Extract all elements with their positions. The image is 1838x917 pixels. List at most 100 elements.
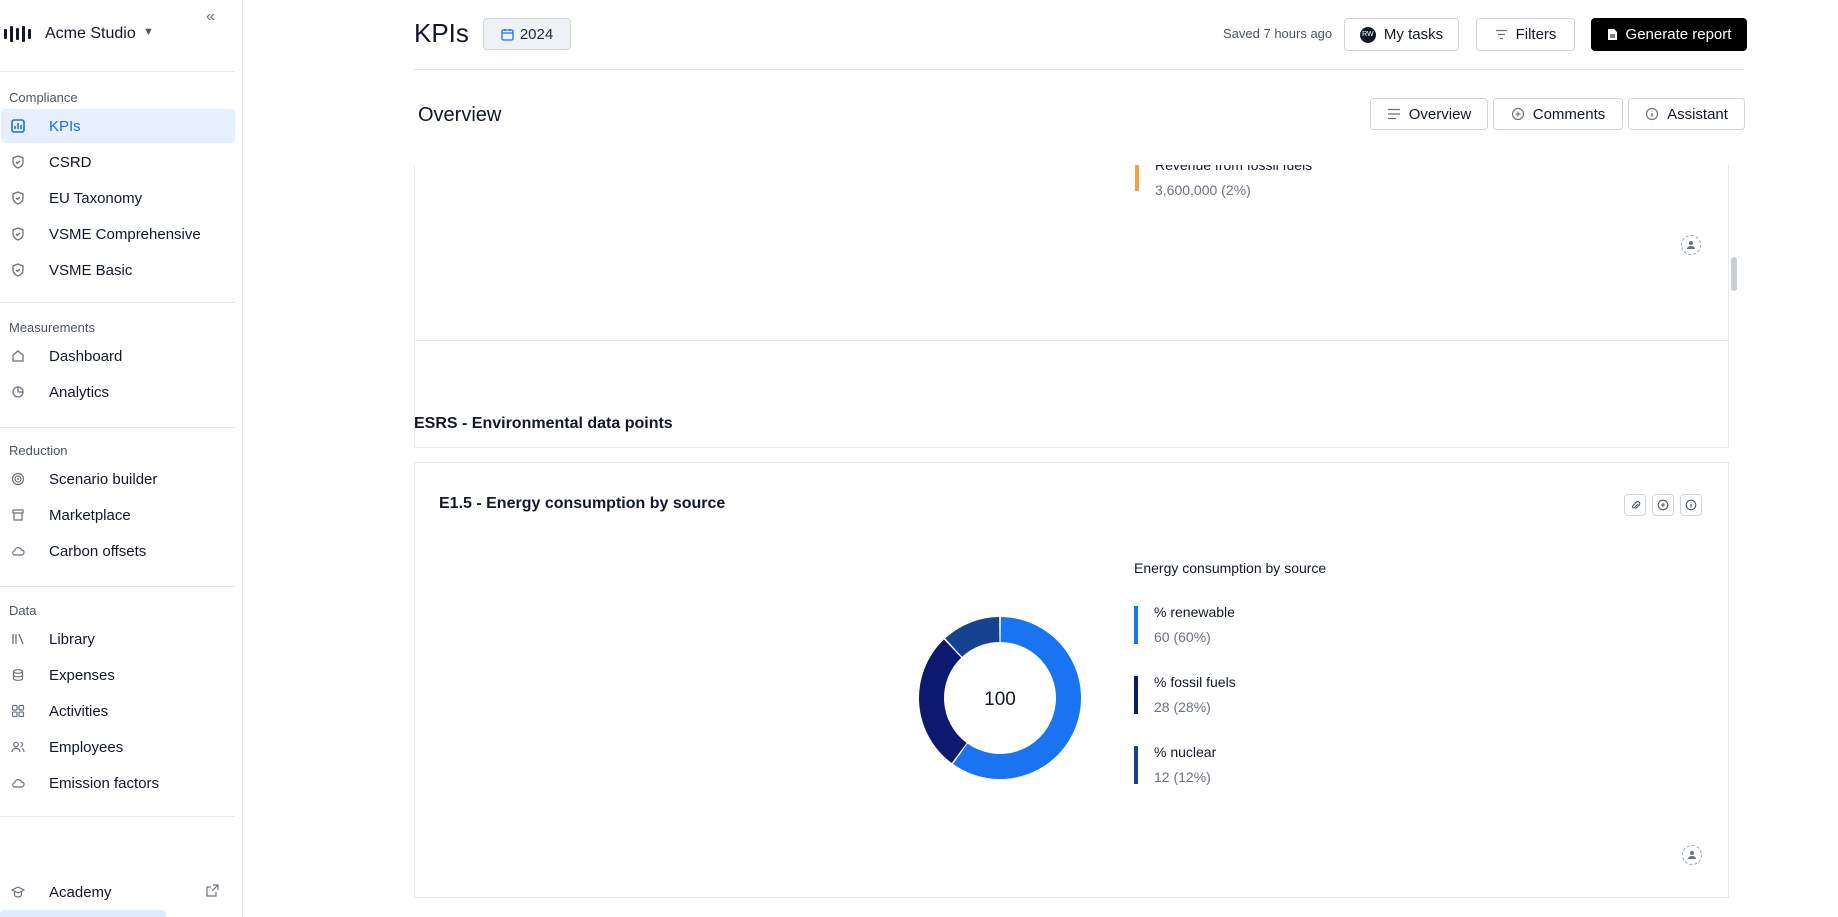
sidebar-item-emission-factors[interactable]: Emission factors — [1, 766, 235, 800]
legend-name: % fossil fuels — [1154, 674, 1236, 690]
sidebar-divider — [0, 302, 235, 303]
card-title: E1.5 - Energy consumption by source — [439, 495, 726, 512]
sidebar-divider — [0, 71, 235, 72]
calendar-icon — [501, 28, 514, 41]
assign-user-icon[interactable] — [1681, 235, 1701, 255]
shield-icon — [10, 262, 26, 278]
tab-assistant[interactable]: Assistant — [1628, 98, 1745, 130]
sidebar-item-label: Library — [49, 630, 95, 648]
target-icon — [10, 471, 26, 487]
sidebar-item-activities[interactable]: Activities — [1, 694, 235, 728]
sidebar-item-csrd[interactable]: CSRD — [1, 145, 235, 179]
chart-title: Energy consumption by source — [1134, 560, 1327, 576]
my-tasks-button[interactable]: RW My tasks — [1344, 18, 1459, 51]
users-icon — [10, 739, 26, 755]
legend-item: % renewable 60 (60%) — [1134, 604, 1394, 648]
filters-button[interactable]: Filters — [1476, 18, 1575, 51]
shield-icon — [10, 226, 26, 242]
store-icon — [10, 507, 26, 523]
sidebar-item-academy[interactable]: Academy — [1, 875, 235, 909]
sidebar-item-employees[interactable]: Employees — [1, 730, 235, 764]
main-content: Revenue from fossil fuels 3,600,000 (2%)… — [414, 165, 1744, 917]
sidebar-item-label: Scenario builder — [49, 470, 158, 488]
sidebar-section-compliance: Compliance KPIs CSRD EU Taxonomy VSME Co… — [0, 88, 243, 289]
tab-label: Comments — [1532, 105, 1606, 123]
sidebar-item-vsme-comprehensive[interactable]: VSME Comprehensive — [1, 217, 235, 251]
tab-comments[interactable]: Comments — [1493, 98, 1623, 130]
kpi-card-energy-consumption: E1.5 - Energy consumption by source Ener… — [414, 462, 1729, 898]
sidebar-item-dashboard[interactable]: Dashboard — [1, 339, 235, 373]
sidebar-item-label: Employees — [49, 738, 124, 756]
sidebar-item-vsme-basic[interactable]: VSME Basic — [1, 253, 235, 287]
my-tasks-label: My tasks — [1383, 26, 1444, 43]
sidebar: Acme Studio ▼ « Compliance KPIs CSRD EU … — [0, 0, 243, 917]
shield-icon — [10, 190, 26, 206]
sidebar-section-reduction: Reduction Scenario builder Marketplace C… — [0, 441, 243, 570]
comment-icon — [1511, 107, 1525, 121]
legend-name: % nuclear — [1154, 744, 1217, 760]
legend-value: 60 (60%) — [1154, 629, 1211, 645]
sidebar-bottom-tooltip — [0, 910, 166, 917]
donut-center-label: 100 — [984, 689, 1016, 710]
legend-value: 12 (12%) — [1154, 769, 1211, 785]
generate-report-label: Generate report — [1625, 26, 1732, 43]
attachment-icon[interactable] — [1624, 494, 1646, 516]
sidebar-item-eu-taxonomy[interactable]: EU Taxonomy — [1, 181, 235, 215]
filters-label: Filters — [1515, 26, 1557, 43]
donut-slice-1[interactable] — [919, 639, 967, 764]
generate-report-button[interactable]: Generate report — [1591, 18, 1747, 51]
sidebar-section-title: Data — [9, 603, 37, 618]
info-icon[interactable] — [1680, 494, 1702, 516]
coins-icon — [10, 667, 26, 683]
sidebar-section-measurements: Measurements Dashboard Analytics — [0, 318, 243, 411]
sidebar-divider — [0, 816, 235, 817]
sidebar-item-analytics[interactable]: Analytics — [1, 375, 235, 409]
legend-item: % nuclear 12 (12%) — [1134, 744, 1394, 788]
sidebar-item-label: KPIs — [49, 117, 81, 135]
cloud-icon — [10, 775, 26, 791]
legend-color-bar — [1134, 676, 1138, 714]
assign-user-icon[interactable] — [1682, 845, 1702, 865]
sidebar-item-carbon-offsets[interactable]: Carbon offsets — [1, 534, 235, 568]
caret-down-icon: ▼ — [143, 26, 154, 38]
sidebar-item-marketplace[interactable]: Marketplace — [1, 498, 235, 532]
sidebar-section-title: Measurements — [9, 320, 95, 335]
sidebar-item-label: Activities — [49, 702, 109, 720]
sidebar-item-label: CSRD — [49, 153, 92, 171]
saved-status: Saved 7 hours ago — [1223, 26, 1333, 41]
sidebar-item-scenario-builder[interactable]: Scenario builder — [1, 462, 235, 496]
library-icon — [10, 631, 26, 647]
chart-icon — [10, 118, 26, 134]
overview-title: Overview — [418, 104, 502, 126]
legend-item-fossil-revenue: Revenue from fossil fuels 3,600,000 (2%) — [1135, 165, 1435, 201]
scrollbar-thumb[interactable] — [1731, 257, 1737, 291]
legend-value: 28 (28%) — [1154, 699, 1211, 715]
sidebar-item-library[interactable]: Library — [1, 622, 235, 656]
sidebar-item-label: Carbon offsets — [49, 542, 147, 560]
section-divider — [414, 340, 1729, 341]
external-link-icon — [206, 884, 219, 900]
sidebar-item-expenses[interactable]: Expenses — [1, 658, 235, 692]
filter-icon — [1495, 29, 1508, 40]
legend-color-bar — [1134, 746, 1138, 784]
pie-icon — [10, 384, 26, 400]
document-icon — [1607, 28, 1618, 41]
sidebar-item-label: Dashboard — [49, 347, 123, 365]
year-picker[interactable]: 2024 — [483, 18, 571, 50]
brand-logo-icon — [4, 26, 31, 42]
sidebar-item-label: Analytics — [49, 383, 110, 401]
sidebar-item-label: Emission factors — [49, 774, 160, 792]
donut-chart: 100 — [919, 617, 1081, 779]
collapse-sidebar-icon[interactable]: « — [206, 8, 215, 26]
list-icon — [1387, 108, 1401, 120]
year-label: 2024 — [519, 25, 554, 43]
legend-name: Revenue from fossil fuels — [1155, 165, 1313, 173]
section-heading: ESRS - Environmental data points — [414, 415, 673, 432]
legend-name: % renewable — [1154, 604, 1235, 620]
sidebar-item-label: Expenses — [49, 666, 115, 684]
tab-overview[interactable]: Overview — [1370, 98, 1488, 130]
add-comment-icon[interactable] — [1652, 494, 1674, 516]
sidebar-item-kpis[interactable]: KPIs — [1, 109, 235, 143]
page-title: KPIs — [414, 18, 469, 48]
sidebar-section-title: Reduction — [9, 443, 68, 458]
